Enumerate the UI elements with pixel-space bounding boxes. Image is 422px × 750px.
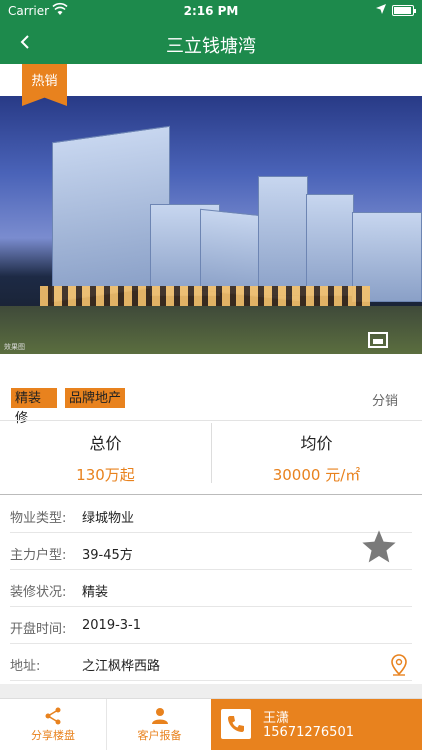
star-icon[interactable]	[360, 528, 398, 566]
total-price-value: 130万起	[76, 466, 135, 484]
agent-phone: 15671276501	[263, 725, 354, 740]
share-icon	[45, 707, 61, 725]
building-shape	[306, 194, 354, 296]
property-detail-page: Carrier 2:16 PM 三立钱塘湾 效果图 热销 精装修 品牌地产 分销…	[0, 0, 422, 750]
storefront-lights	[40, 286, 370, 308]
tag-fine-decoration: 精装修	[11, 388, 57, 426]
customer-report-icon	[151, 708, 168, 724]
info-key: 开盘时间:	[10, 622, 67, 637]
agent-name: 王潇	[263, 711, 290, 726]
bottom-action-bar: 分享楼盘 客户报备 王潇 15671276501	[0, 698, 422, 750]
share-button-label: 分享楼盘	[31, 729, 75, 742]
info-value: 之江枫桦西路	[82, 659, 161, 674]
photo-gallery-icon[interactable]	[368, 332, 388, 348]
total-price-label: 总价	[89, 434, 122, 453]
battery-icon	[392, 5, 416, 16]
nav-bar: 三立钱塘湾	[0, 22, 422, 64]
location-arrow-icon	[376, 4, 386, 14]
total-price: 总价 130万起	[0, 421, 211, 493]
info-key: 地址:	[10, 659, 41, 674]
average-price-value: 30000 元/㎡	[272, 466, 361, 484]
building-shape	[258, 176, 308, 296]
info-value: 绿城物业	[82, 511, 135, 526]
info-key: 装修状况:	[10, 585, 67, 600]
customer-report-label: 客户报备	[137, 729, 182, 742]
ground	[0, 306, 422, 354]
tag-brand-developer: 品牌地产	[65, 388, 125, 408]
info-row-decoration: 装修状况: 精装	[10, 570, 412, 607]
property-info-list: 物业类型: 绿城物业 主力户型: 39-45方 装修状况: 精装 开盘时间: 2…	[0, 496, 422, 681]
info-row-address[interactable]: 地址: 之江枫桦西路	[10, 644, 412, 681]
info-row-opening-date: 开盘时间: 2019-3-1	[10, 607, 412, 644]
call-agent-button[interactable]: 王潇 15671276501	[211, 699, 422, 750]
divider	[0, 494, 422, 495]
customer-report-button[interactable]: 客户报备	[106, 699, 212, 750]
page-title: 三立钱塘湾	[166, 36, 256, 57]
info-key: 主力户型:	[10, 548, 67, 563]
share-button[interactable]: 分享楼盘	[0, 699, 106, 750]
section-spacer	[0, 684, 422, 698]
phone-icon-box	[221, 709, 251, 739]
info-value: 精装	[82, 585, 109, 600]
map-pin-icon[interactable]	[390, 654, 408, 676]
distribution-label: 分销	[371, 394, 398, 409]
image-credit: 效果图	[4, 343, 25, 351]
price-summary: 总价 130万起 均价 30000 元/㎡	[0, 421, 422, 493]
average-price-label: 均价	[300, 434, 333, 453]
feature-tags: 精装修 品牌地产 分销	[0, 388, 422, 426]
info-key: 物业类型:	[10, 511, 67, 526]
property-photo[interactable]: 效果图	[0, 96, 422, 354]
info-value: 2019-3-1	[82, 618, 142, 633]
average-price: 均价 30000 元/㎡	[211, 421, 422, 493]
top-bar: Carrier 2:16 PM 三立钱塘湾	[0, 0, 422, 64]
info-value: 39-45方	[82, 548, 133, 563]
status-bar: Carrier 2:16 PM	[0, 0, 422, 22]
info-row-main-units: 主力户型: 39-45方	[10, 533, 412, 570]
phone-icon	[228, 716, 244, 732]
status-time: 2:16 PM	[183, 4, 239, 18]
info-row-property-type: 物业类型: 绿城物业	[10, 496, 412, 533]
